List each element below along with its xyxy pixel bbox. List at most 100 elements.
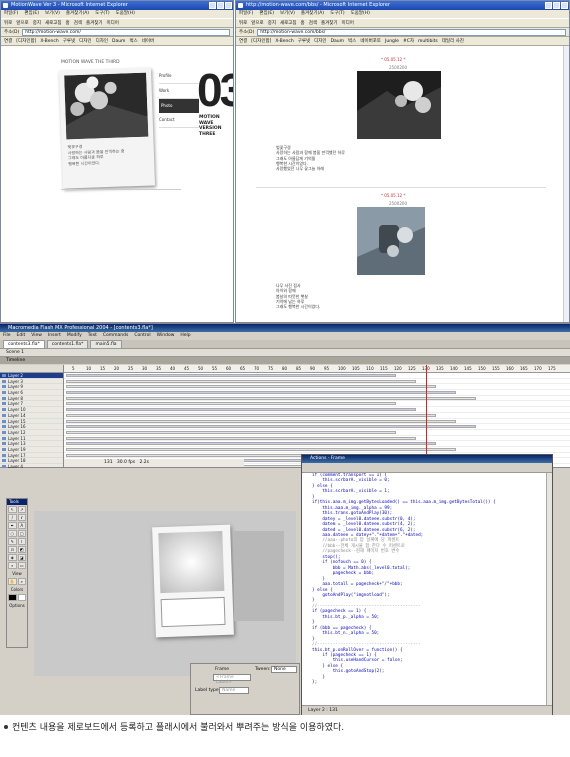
dropper-tool-icon[interactable]: ⌕ [8,562,17,569]
back-button[interactable]: 뒤로 [239,21,247,26]
menu-tools[interactable]: 도구(T) [95,11,110,16]
refresh-button[interactable]: 새로고침 [45,21,62,26]
link-item[interactable]: X-Bench [275,39,293,44]
link-item[interactable]: 디자인 [314,39,326,44]
menu-edit[interactable]: Edit [17,333,26,338]
oval-tool-icon[interactable]: ○ [8,530,17,537]
link-item[interactable]: 구루넷 [298,39,310,44]
site-menu-work[interactable]: Work [159,84,199,99]
timeline-header[interactable]: Timeline [0,357,570,364]
bucket-tool-icon[interactable]: ◪ [17,554,26,561]
link-item[interactable]: 데일리 사진 [442,39,464,44]
tab-main5[interactable]: main5.fla [90,340,122,348]
forward-button[interactable]: 앞으로 [16,21,28,26]
search-button[interactable]: 검색 [74,21,82,26]
link-item[interactable]: 디자인 [96,39,108,44]
link-item[interactable]: Jungle [385,39,399,44]
frame-label-input[interactable]: <Frame Label> [213,674,251,685]
search-button[interactable]: 검색 [309,21,317,26]
maximize-button[interactable] [553,2,560,9]
link-item[interactable]: 연결 [4,39,12,44]
actionscript-editor[interactable]: if (comment.transport == 1) { this.scrba… [302,473,546,705]
fill-color-swatch[interactable] [17,594,26,601]
hand-tool-icon[interactable]: ✋ [8,578,17,585]
link-item[interactable]: X-Bench [40,39,58,44]
minimize-button[interactable] [545,2,552,9]
address-input[interactable]: http://motion-wave.com/bbs/ [257,28,566,36]
back-button[interactable]: 뒤로 [4,21,12,26]
address-input[interactable]: http://motion-wave.com/ [22,28,230,36]
close-button[interactable] [561,2,568,9]
menu-window[interactable]: Window [157,333,175,338]
subselect-tool-icon[interactable]: ↗ [17,506,26,513]
media-button[interactable]: 미디어 [342,21,354,26]
tab-contents1[interactable]: contents1.fla* [46,340,89,348]
menu-text[interactable]: Text [88,333,97,338]
site-menu-photo[interactable]: Photo [159,99,199,113]
maximize-button[interactable] [217,2,224,9]
menu-control[interactable]: Control [134,333,150,338]
menu-insert[interactable]: Insert [48,333,61,338]
favorites-button[interactable]: 즐겨찾기 [321,21,338,26]
rect-tool-icon[interactable]: □ [17,530,26,537]
forward-button[interactable]: 앞으로 [251,21,263,26]
stop-button[interactable]: 중지 [33,21,41,26]
zoom-tool-icon[interactable]: ⌕ [17,578,26,585]
site-menu-profile[interactable]: Profile [159,69,199,84]
link-item[interactable]: 연결 [239,39,247,44]
close-button[interactable] [225,2,232,9]
menu-edit[interactable]: 편집(E) [259,11,274,16]
link-item[interactable]: [디자인합] [251,39,271,44]
site-menu-contact[interactable]: Contact [159,113,199,128]
tab-contents3[interactable]: contents3.fla* [3,340,45,348]
menu-view[interactable]: 보기(V) [280,11,295,16]
stop-button[interactable]: 중지 [268,21,276,26]
vertical-scrollbar[interactable] [563,46,569,322]
link-item[interactable]: 네이버포토 [360,39,381,44]
link-item[interactable]: 벅스 [129,39,137,44]
transform-tool-icon[interactable]: ⊡ [8,546,17,553]
refresh-button[interactable]: 새로고침 [280,21,297,26]
pen-tool-icon[interactable]: ✒ [8,522,17,529]
home-button[interactable]: 홈 [66,21,70,26]
eraser-tool-icon[interactable]: ▭ [17,562,26,569]
link-item[interactable]: 네이버 [142,39,154,44]
link-item[interactable]: multibits [418,39,438,44]
lasso-tool-icon[interactable]: ℓ [17,514,26,521]
menu-help[interactable]: 도움말(H) [351,11,370,16]
link-item[interactable]: Daum [112,39,125,44]
menu-view[interactable]: 보기(V) [45,11,60,16]
link-item[interactable]: [디자인합] [16,39,36,44]
label-type-select[interactable]: Name [219,687,249,694]
link-item[interactable]: 디자인 [79,39,91,44]
favorites-button[interactable]: 즐겨찾기 [86,21,103,26]
line-tool-icon[interactable]: / [8,514,17,521]
menu-favorites[interactable]: 즐겨찾기(A) [301,11,324,16]
playhead[interactable] [426,365,427,467]
menu-tools[interactable]: 도구(T) [330,11,345,16]
link-item[interactable]: 벅스 [348,39,356,44]
stage-canvas[interactable] [34,511,296,676]
menu-help[interactable]: 도움말(H) [116,11,135,16]
menu-commands[interactable]: Commands [103,333,128,338]
pencil-tool-icon[interactable]: ✎ [8,538,17,545]
menu-file[interactable]: 파일(F) [4,11,18,16]
menu-edit[interactable]: 편집(E) [24,11,39,16]
arrow-tool-icon[interactable]: ↖ [8,506,17,513]
link-item[interactable]: #C자 [403,39,414,44]
menu-file[interactable]: 파일(F) [239,11,253,16]
link-item[interactable]: 구루넷 [63,39,75,44]
frame-ruler[interactable]: 5 10 15 20 25 30 35 40 45 50 55 60 65 70 75 80 85 90 95 100… [64,365,570,373]
fill-transform-tool-icon[interactable]: ◩ [17,546,26,553]
actions-scrollbar[interactable] [546,473,552,705]
menu-favorites[interactable]: 즐겨찾기(A) [66,11,89,16]
menu-help[interactable]: Help [180,333,190,338]
text-tool-icon[interactable]: A [17,522,26,529]
scene-label[interactable]: Scene 1 [6,350,24,355]
minimize-button[interactable] [209,2,216,9]
frame-grid[interactable]: 5 10 15 20 25 30 35 40 45 50 55 60 65 70 75 80 85 90 95 100… [64,365,570,467]
menu-modify[interactable]: Modify [67,333,82,338]
menu-view[interactable]: View [31,333,42,338]
stroke-color-swatch[interactable] [8,594,17,601]
ink-tool-icon[interactable]: ◈ [8,554,17,561]
